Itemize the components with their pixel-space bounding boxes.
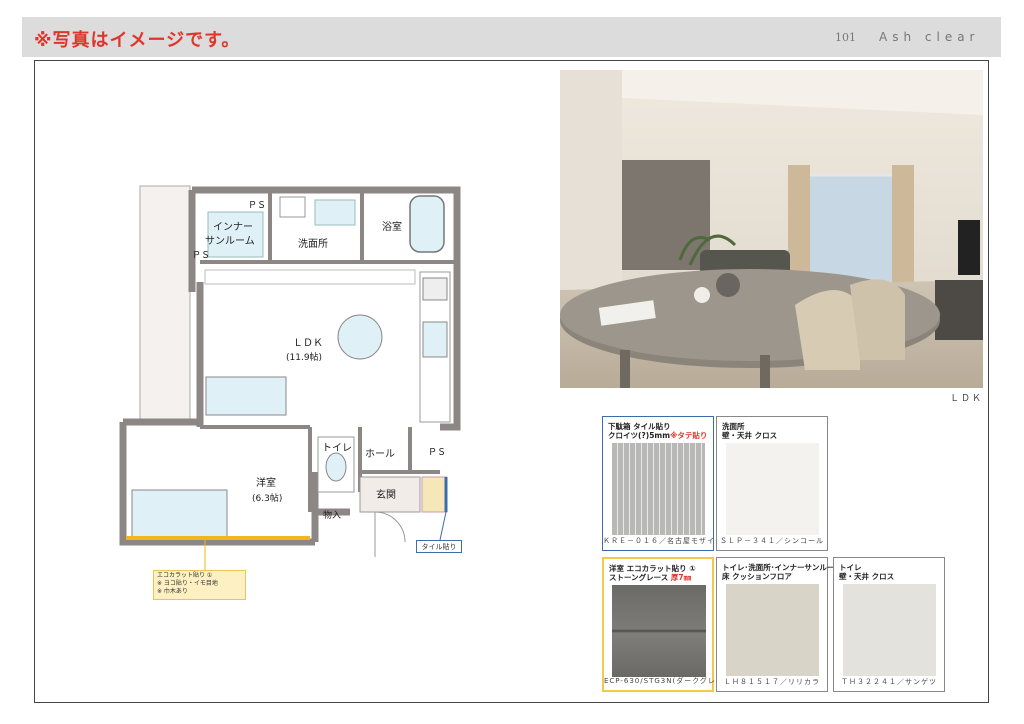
ps-label-hall: ＰＳ <box>428 448 447 458</box>
swatch-texture-cloth-white <box>726 443 819 535</box>
swatch-code: ＴＨ３２２４１／サンゲツ <box>841 678 937 686</box>
room-label-toilet: トイレ <box>322 443 352 454</box>
room-label-inner-sunroom-1: インナー <box>213 222 253 233</box>
swatch-ecocarat: 洋室 エコカラット貼り ① ストーングレース 厚7㎜ ECP-630/STG3N… <box>602 557 728 692</box>
swatch-code: ＬＨ８１５１７／リリカラ <box>724 678 820 686</box>
swatch-texture-stone <box>612 585 706 677</box>
ecocarat-note-line1: エコカラット貼り ① <box>157 572 213 579</box>
swatch-toilet-cloth: トイレ 壁・天井 クロス ＴＨ３２２４１／サンゲツ <box>833 557 945 692</box>
room-label-storage: 物入 <box>323 511 342 521</box>
swatch-accent: 厚7㎜ <box>670 573 692 582</box>
unit-number: 101 <box>835 31 856 44</box>
room-label-inner-sunroom-2: サンルーム <box>205 236 255 247</box>
room-label-hall: ホール <box>365 449 395 460</box>
swatch-code: ＳＬＰ－３４１／シンコール <box>720 537 824 545</box>
ecocarat-note-line3: ※ 巾木あり <box>157 588 188 595</box>
swatch-texture-cushion-floor <box>726 584 819 676</box>
room-label-western: 洋室 <box>256 478 276 489</box>
swatch-code: ＫＲＥ－０１６／名古屋モザイク <box>603 537 723 545</box>
swatch-subtitle: ストーングレース <box>609 573 669 582</box>
ps-label-left: ＰＳ <box>192 251 211 261</box>
ecocarat-note: エコカラット貼り ① ※ ヨコ貼り・イモ目地 ※ 巾木あり <box>153 570 246 600</box>
room-label-entrance: 玄関 <box>376 490 396 501</box>
swatch-cushion-floor: トイレ･洗面所･インナーサンルーム 床 クッションフロア ＬＨ８１５１７／リリカ… <box>716 557 842 692</box>
swatch-accent: ※タテ貼り <box>670 431 708 440</box>
room-label-washroom: 洗面所 <box>298 239 328 250</box>
ldk-photo-illustration <box>560 70 983 388</box>
room-label-ldk-size: (11.9帖) <box>286 353 323 363</box>
photo-caption: ＬＤＫ <box>950 394 984 404</box>
swatch-subtitle: クロイツ(?)5mm <box>608 431 671 440</box>
floor-plan-drawing <box>119 185 461 570</box>
image-disclaimer: ※写真はイメージです。 <box>34 30 241 51</box>
swatch-washroom-cloth: 洗面所 壁・天井 クロス ＳＬＰ－３４１／シンコール <box>716 416 828 551</box>
room-label-bathroom: 浴室 <box>382 222 402 233</box>
swatch-texture-cloth-gray <box>843 584 936 676</box>
swatch-subtitle: 壁・天井 クロス <box>839 572 895 581</box>
room-label-ldk: ＬＤＫ <box>293 338 323 349</box>
ecocarat-note-line2: ※ ヨコ貼り・イモ目地 <box>157 580 218 587</box>
ps-label-top: ＰＳ <box>248 201 267 211</box>
swatch-shoebox-tile: 下駄箱 タイル貼り クロイツ(?)5mm※タテ貼り ＫＲＥ－０１６／名古屋モザイ… <box>602 416 723 551</box>
swatch-code: ECP-630/STG3N(ダークグレー) <box>604 677 728 685</box>
tile-callout: タイル貼り <box>416 540 462 553</box>
swatch-subtitle: 床 クッションフロア <box>722 572 792 581</box>
swatch-subtitle: 壁・天井 クロス <box>722 431 778 440</box>
floor-plan: インナー サンルーム 洗面所 浴室 ＰＳ ＰＳ ＬＤＫ (11.9帖) トイレ … <box>110 182 470 582</box>
header-bar: ※写真はイメージです。 101 Ash clear <box>22 17 1001 57</box>
swatch-texture-mosaic <box>612 443 705 535</box>
series-name: Ash clear <box>879 30 980 44</box>
ldk-photo <box>560 70 983 388</box>
room-label-western-size: (6.3帖) <box>252 494 283 504</box>
